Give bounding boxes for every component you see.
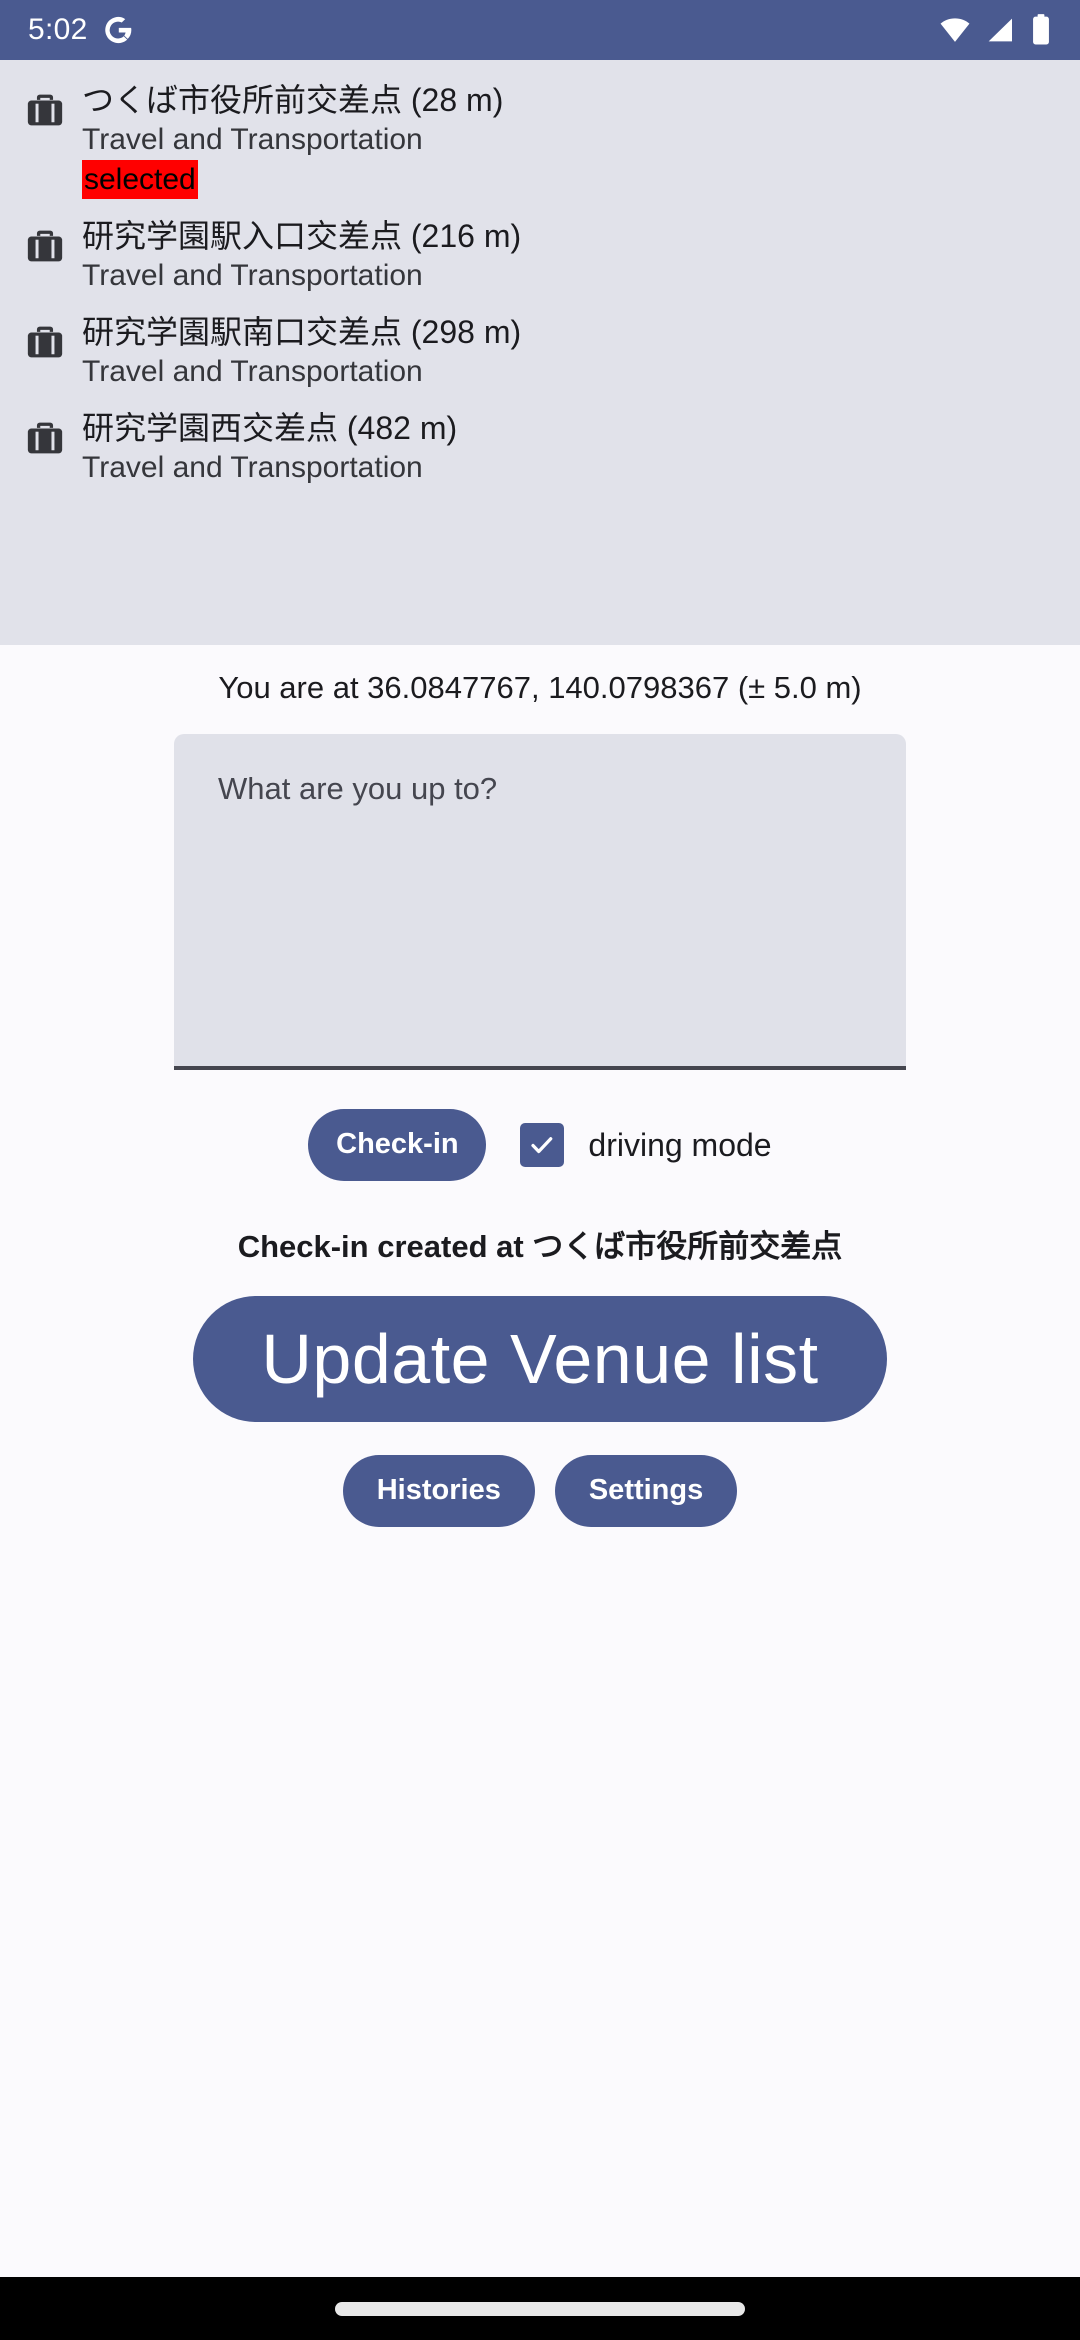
current-location-text: You are at 36.0847767, 140.0798367 (± 5.…	[218, 669, 861, 708]
system-navigation-bar	[0, 2277, 1080, 2340]
checkin-row: Check-in driving mode	[308, 1109, 771, 1181]
venue-category: Travel and Transportation	[82, 448, 457, 487]
bottom-button-row: Histories Settings	[343, 1455, 738, 1527]
venue-title: つくば市役所前交差点 (28 m)	[82, 81, 503, 120]
check-icon	[527, 1130, 557, 1160]
app-screen: 5:02	[0, 0, 1080, 2340]
venue-item-texts: 研究学園駅南口交差点 (298 m) Travel and Transporta…	[82, 313, 521, 391]
battery-icon	[1028, 13, 1054, 47]
histories-button[interactable]: Histories	[343, 1455, 535, 1527]
venue-list-item[interactable]: 研究学園西交差点 (482 m) Travel and Transportati…	[0, 400, 1080, 496]
status-bar-right	[938, 13, 1054, 47]
status-bar: 5:02	[0, 0, 1080, 60]
venue-category: Travel and Transportation	[82, 352, 521, 391]
cellular-signal-icon	[984, 14, 1016, 46]
briefcase-icon	[24, 321, 66, 363]
venue-title: 研究学園西交差点 (482 m)	[82, 409, 457, 448]
briefcase-icon	[24, 225, 66, 267]
checkin-created-message: Check-in created at つくば市役所前交差点	[238, 1228, 843, 1265]
venue-list[interactable]: つくば市役所前交差点 (28 m) Travel and Transportat…	[0, 60, 1080, 645]
venue-item-texts: 研究学園駅入口交差点 (216 m) Travel and Transporta…	[82, 217, 521, 295]
venue-item-texts: つくば市役所前交差点 (28 m) Travel and Transportat…	[82, 81, 503, 199]
venue-category: Travel and Transportation	[82, 120, 503, 159]
briefcase-icon	[24, 417, 66, 459]
venue-title: 研究学園駅南口交差点 (298 m)	[82, 313, 521, 352]
driving-mode-toggle[interactable]: driving mode	[520, 1123, 771, 1167]
main-content: You are at 36.0847767, 140.0798367 (± 5.…	[0, 645, 1080, 2277]
settings-button[interactable]: Settings	[555, 1455, 737, 1527]
venue-item-texts: 研究学園西交差点 (482 m) Travel and Transportati…	[82, 409, 457, 487]
driving-mode-checkbox[interactable]	[520, 1123, 564, 1167]
venue-status-badge: selected	[82, 160, 198, 199]
driving-mode-label: driving mode	[588, 1129, 771, 1161]
note-input-placeholder: What are you up to?	[218, 770, 862, 807]
venue-title: 研究学園駅入口交差点 (216 m)	[82, 217, 521, 256]
google-g-icon	[102, 14, 134, 46]
checkin-button[interactable]: Check-in	[308, 1109, 486, 1181]
venue-list-item[interactable]: 研究学園駅入口交差点 (216 m) Travel and Transporta…	[0, 208, 1080, 304]
note-input[interactable]: What are you up to?	[174, 734, 906, 1070]
wifi-icon	[938, 13, 972, 47]
status-clock: 5:02	[28, 15, 88, 45]
home-gesture-pill[interactable]	[335, 2302, 745, 2316]
venue-category: Travel and Transportation	[82, 256, 521, 295]
briefcase-icon	[24, 89, 66, 131]
update-venue-list-button[interactable]: Update Venue list	[193, 1296, 887, 1422]
status-bar-left: 5:02	[28, 14, 134, 46]
venue-list-item[interactable]: つくば市役所前交差点 (28 m) Travel and Transportat…	[0, 72, 1080, 208]
venue-list-item[interactable]: 研究学園駅南口交差点 (298 m) Travel and Transporta…	[0, 304, 1080, 400]
